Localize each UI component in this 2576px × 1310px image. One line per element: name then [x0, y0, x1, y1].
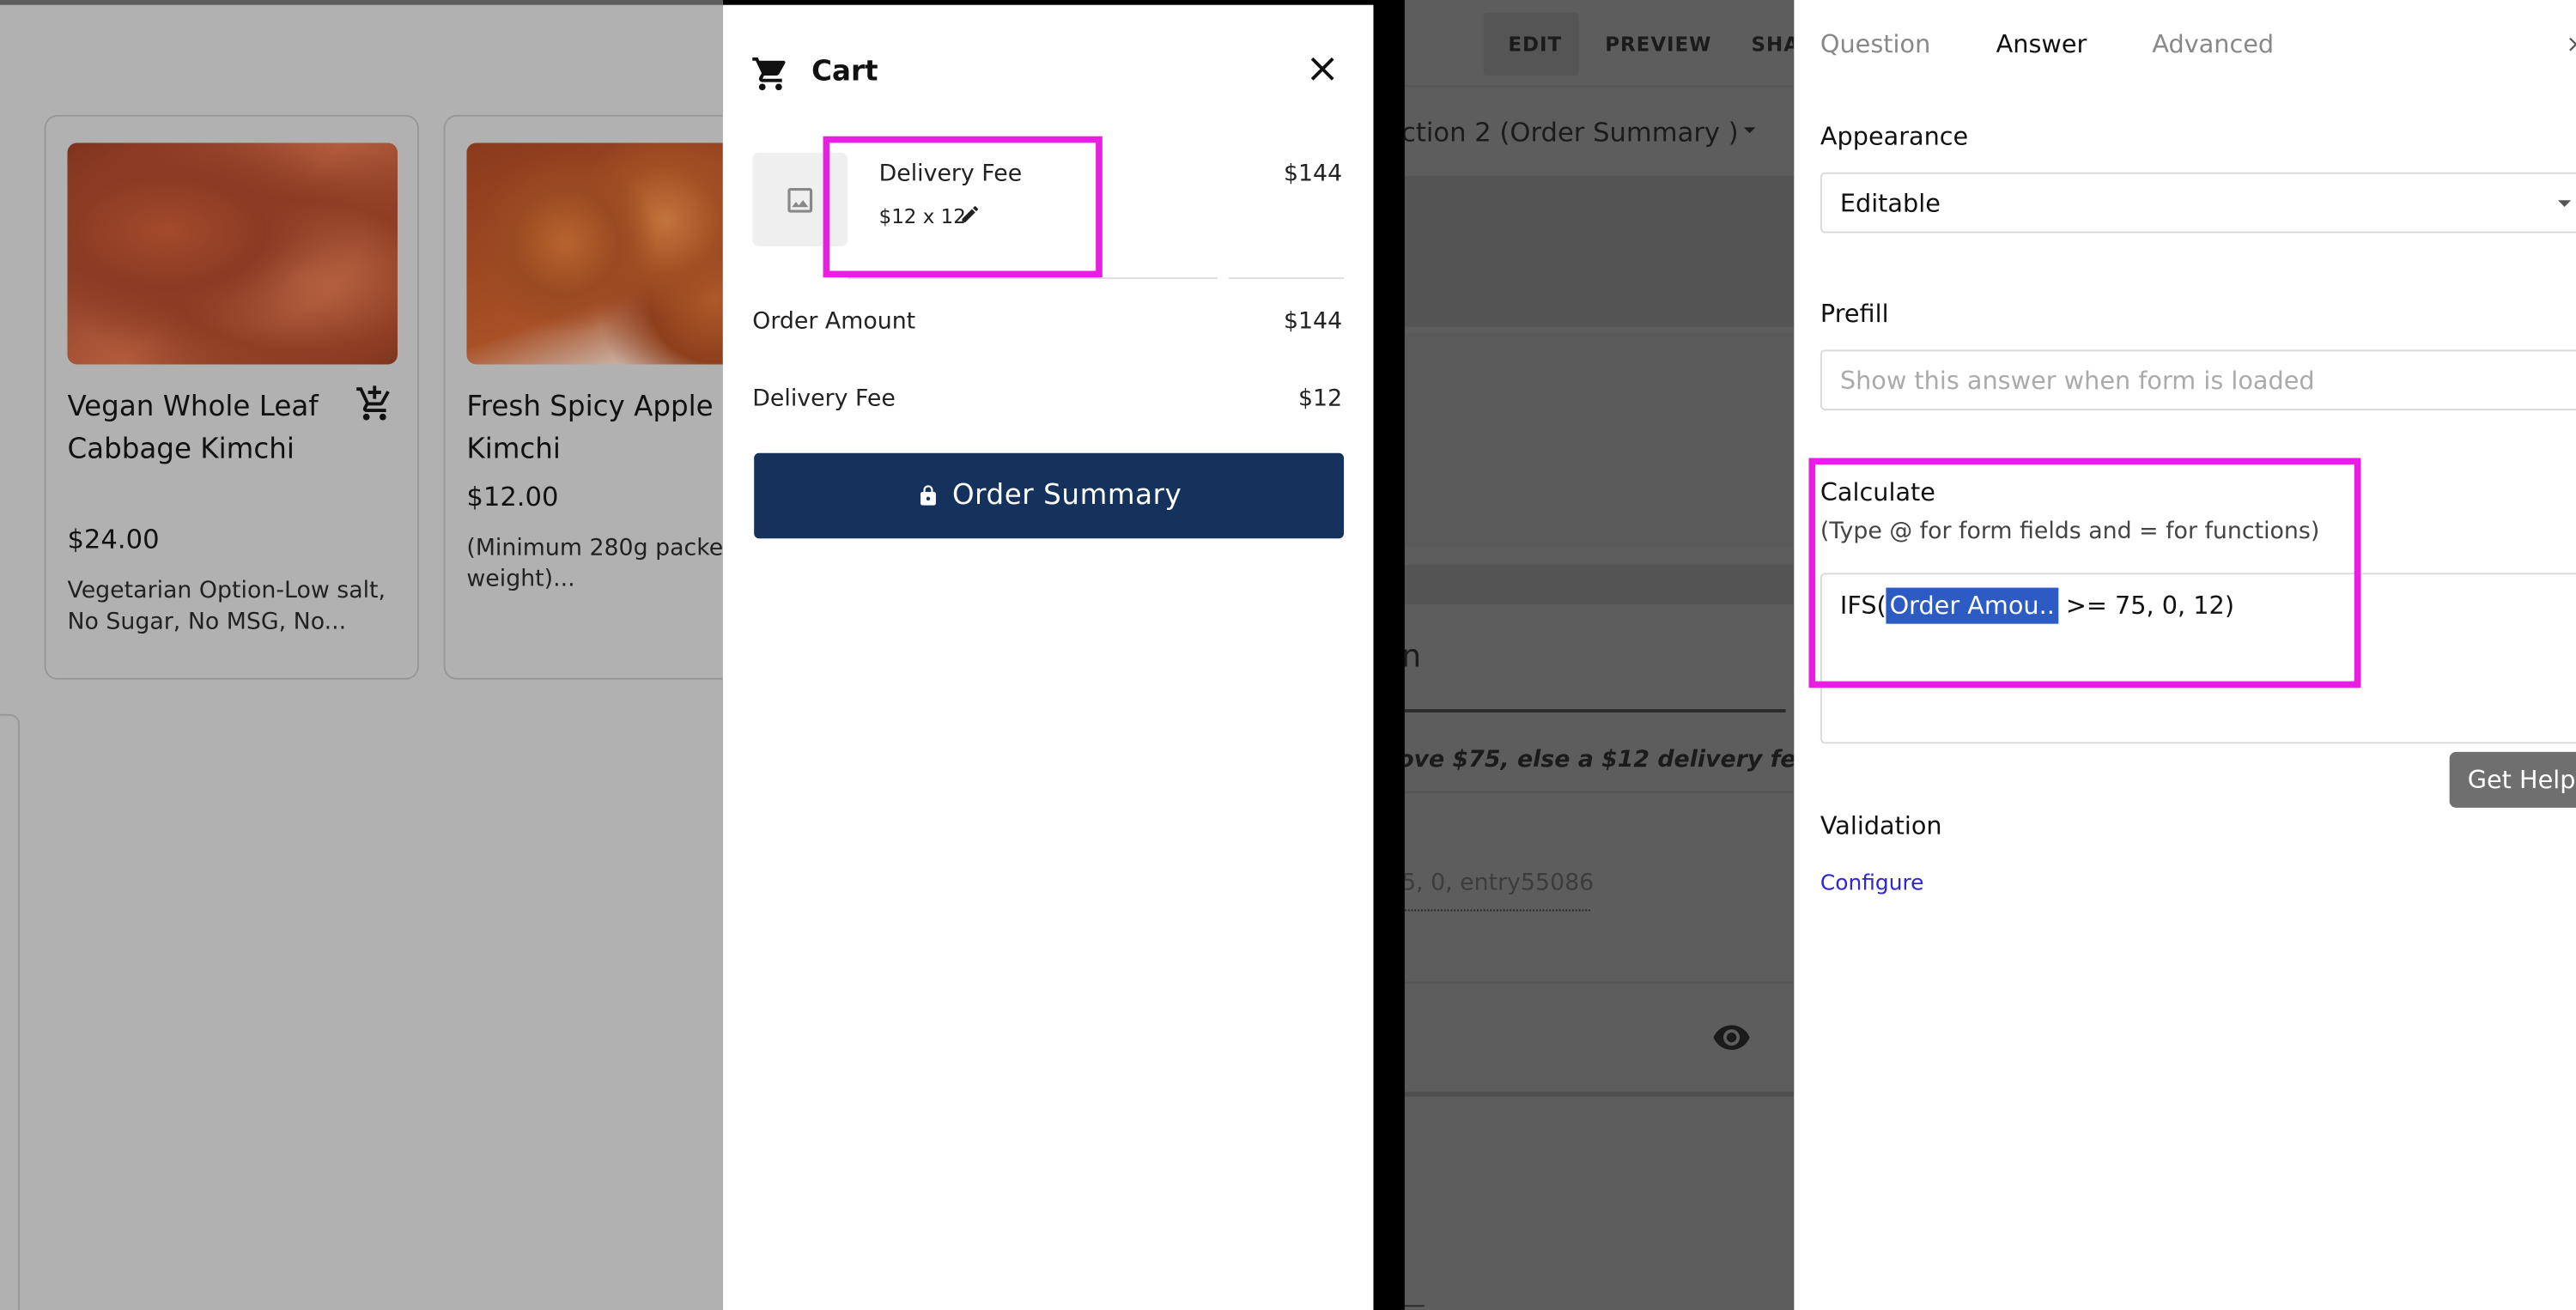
product-title: Fresh Spicy Apple Kimchi — [466, 391, 714, 467]
panel-divider — [1373, 0, 1405, 1310]
product-card[interactable]: Vegan Whole Leaf Cabbage Kimchi $24.00 V… — [44, 114, 419, 680]
form-builder-canvas: EDIT PREVIEW SHA ction 2 (Order Summary … — [1404, 0, 1795, 1310]
order-amount-value: $144 — [1283, 308, 1343, 336]
validation-label: Validation — [1820, 810, 1942, 841]
divider — [1404, 85, 1795, 88]
highlight-box — [1808, 458, 2361, 688]
delivery-fee-label: Delivery Fee — [752, 385, 896, 412]
preview-tab[interactable]: PREVIEW — [1605, 33, 1711, 56]
prefill-label: Prefill — [1820, 299, 1889, 329]
appearance-value: Editable — [1839, 188, 1941, 219]
underline — [1404, 709, 1786, 713]
get-help-button[interactable]: Get Help — [2449, 751, 2576, 808]
share-tab[interactable]: SHA — [1752, 33, 1795, 56]
underline — [1404, 909, 1591, 912]
form-block — [1404, 564, 1795, 604]
form-block — [1404, 175, 1795, 327]
product-title: Vegan Whole Leaf Cabbage Kimchi — [67, 391, 319, 467]
tab-question[interactable]: Question — [1820, 29, 1930, 58]
prefill-input[interactable]: Show this answer when form is loaded — [1820, 349, 2576, 411]
cart-title: Cart — [811, 56, 878, 89]
order-summary-label: Order Summary — [951, 479, 1182, 512]
product-description: Vegetarian Option-Low salt, No Sugar, No… — [67, 578, 386, 636]
close-icon[interactable] — [1303, 49, 1342, 88]
divider — [1404, 791, 1795, 793]
configure-link[interactable]: Configure — [1820, 871, 1924, 896]
divider — [1404, 981, 1795, 984]
order-amount-label: Order Amount — [752, 308, 916, 336]
divider — [1404, 1091, 1795, 1097]
product-price: $12.00 — [466, 481, 559, 512]
dropdown-arrow-icon[interactable] — [1738, 118, 1761, 142]
delivery-fee-value: $12 — [1297, 385, 1343, 412]
screenshot-stage: Vegan Whole Leaf Cabbage Kimchi $24.00 V… — [0, 0, 2576, 1310]
cart-icon — [752, 57, 786, 91]
section-heading-fragment: n — [1405, 639, 1421, 675]
close-icon[interactable] — [2565, 33, 2576, 56]
section-select[interactable]: ction 2 (Order Summary ) — [1405, 117, 1739, 148]
dropdown-arrow-icon — [2557, 200, 2572, 207]
top-bar — [0, 0, 723, 5]
edit-tab[interactable]: EDIT — [1508, 33, 1562, 56]
form-block — [1404, 333, 1795, 547]
cart-panel: Cart Delivery Fee $12 x 12 $144 Order Am… — [722, 4, 1374, 1310]
product-card[interactable]: Fresh Spicy Apple Kimchi $12.00 (Minimum… — [443, 114, 723, 680]
appearance-select[interactable]: Editable — [1820, 172, 2576, 233]
product-image — [67, 143, 398, 365]
product-image — [466, 143, 723, 365]
prefill-placeholder: Show this answer when form is loaded — [1839, 366, 2315, 396]
product-card-edge — [0, 713, 20, 1310]
add-to-cart-icon[interactable] — [355, 384, 394, 423]
product-price: $24.00 — [67, 524, 160, 555]
properties-panel: Question Answer Advanced Appearance Edit… — [1794, 0, 2576, 1310]
tab-answer[interactable]: Answer — [1996, 29, 2087, 58]
store-product-list: Vegan Whole Leaf Cabbage Kimchi $24.00 V… — [0, 0, 723, 1310]
formula-fragment: 5, 0, entry55086 — [1404, 870, 1595, 897]
appearance-label: Appearance — [1820, 121, 1969, 151]
lock-icon — [920, 485, 936, 506]
product-description: (Minimum 280g packed weight)... — [466, 535, 723, 593]
order-summary-button[interactable]: Order Summary — [754, 452, 1345, 539]
image-placeholder-icon — [787, 187, 813, 213]
eye-icon[interactable] — [1710, 1018, 1753, 1058]
divider — [848, 277, 1218, 280]
tab-advanced[interactable]: Advanced — [2152, 29, 2274, 58]
divider — [1229, 277, 1345, 280]
note-text-fragment: ove $75, else a $12 delivery fee w — [1405, 747, 1794, 773]
divider — [1404, 1305, 1425, 1307]
item-total: $144 — [1283, 161, 1343, 187]
highlight-box — [823, 136, 1103, 278]
